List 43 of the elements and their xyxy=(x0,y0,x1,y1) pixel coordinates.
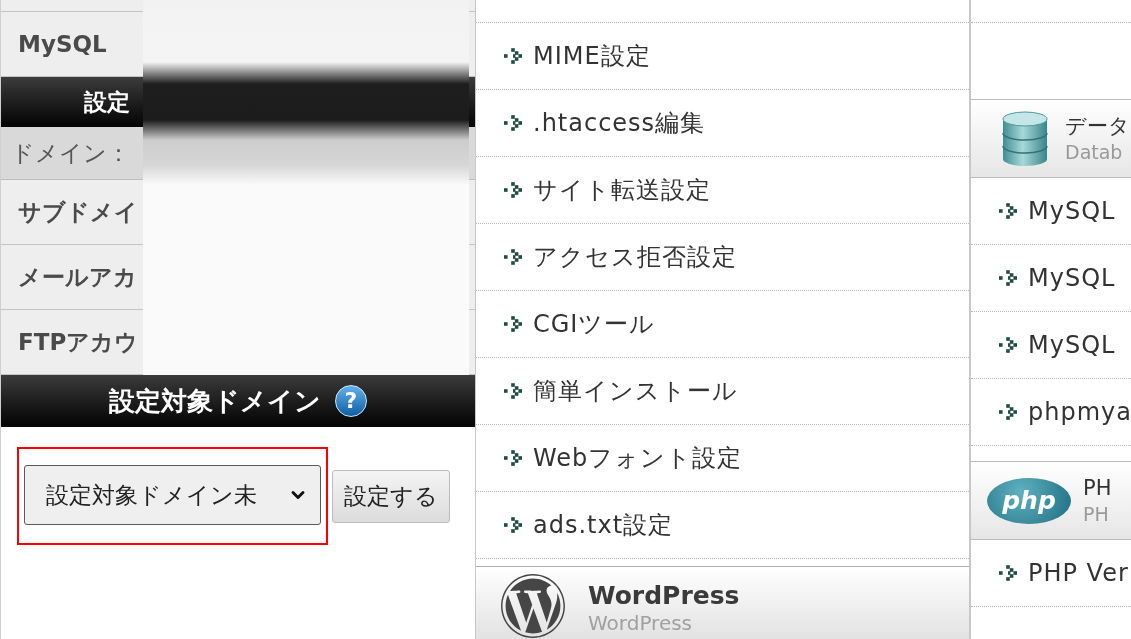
php-logo: php xyxy=(987,477,1071,524)
set-button[interactable]: 設定する xyxy=(332,470,450,523)
database-icon xyxy=(1002,110,1048,167)
menu-link[interactable]: .htaccess編集 xyxy=(533,105,706,141)
dotted-arrow-icon xyxy=(504,115,522,131)
section-title: データ xyxy=(1065,115,1130,137)
menu-link[interactable]: サイト転送設定 xyxy=(533,172,711,208)
dotted-arrow-icon xyxy=(504,182,522,198)
dotted-arrow-icon xyxy=(999,203,1017,219)
dotted-arrow-icon xyxy=(504,316,522,332)
section-subtitle: WordPress xyxy=(588,613,694,633)
sidebar-item[interactable]: MySQL xyxy=(18,26,107,62)
dotted-arrow-icon xyxy=(999,270,1017,286)
dotted-arrow-icon xyxy=(504,48,522,64)
menu-link[interactable]: Webフォント設定 xyxy=(533,440,743,476)
domain-select[interactable]: 設定対象ドメイン未 xyxy=(24,465,321,525)
dotted-arrow-icon xyxy=(504,517,522,533)
menu-link[interactable]: phpmya xyxy=(1028,394,1131,430)
sidebar-item[interactable]: メールアカ xyxy=(18,259,137,295)
menu-link[interactable]: ads.txt設定 xyxy=(533,507,674,543)
menu-link[interactable]: MySQL xyxy=(1028,260,1116,296)
menu-link[interactable]: PHP Ver xyxy=(1028,555,1129,591)
section-subtitle: Datab xyxy=(1065,142,1124,162)
dotted-arrow-icon xyxy=(999,404,1017,420)
dotted-arrow-icon xyxy=(999,337,1017,353)
menu-link[interactable]: MySQL xyxy=(1028,193,1116,229)
dotted-arrow-icon xyxy=(504,383,522,399)
menu-link[interactable]: MIME設定 xyxy=(533,38,651,74)
domain-label: ドメイン： xyxy=(11,138,130,168)
sidebar-item[interactable]: FTPアカウ xyxy=(18,324,139,360)
wordpress-logo-icon xyxy=(500,573,566,639)
section-title: 設定対象ドメイン xyxy=(109,384,321,418)
menu-link[interactable]: アクセス拒否設定 xyxy=(533,239,737,275)
dotted-arrow-icon xyxy=(999,565,1017,581)
section-subtitle: PH xyxy=(1083,504,1110,524)
section-title: WordPress xyxy=(588,583,740,608)
menu-link[interactable]: MySQL xyxy=(1028,327,1116,363)
menu-link[interactable]: CGIツール xyxy=(533,306,656,342)
section-title: PH xyxy=(1083,477,1112,499)
dotted-arrow-icon xyxy=(504,249,522,265)
sidebar-item[interactable]: サブドメイ xyxy=(18,194,138,230)
dotted-arrow-icon xyxy=(504,450,522,466)
menu-link[interactable]: 簡単インストール xyxy=(533,373,738,409)
